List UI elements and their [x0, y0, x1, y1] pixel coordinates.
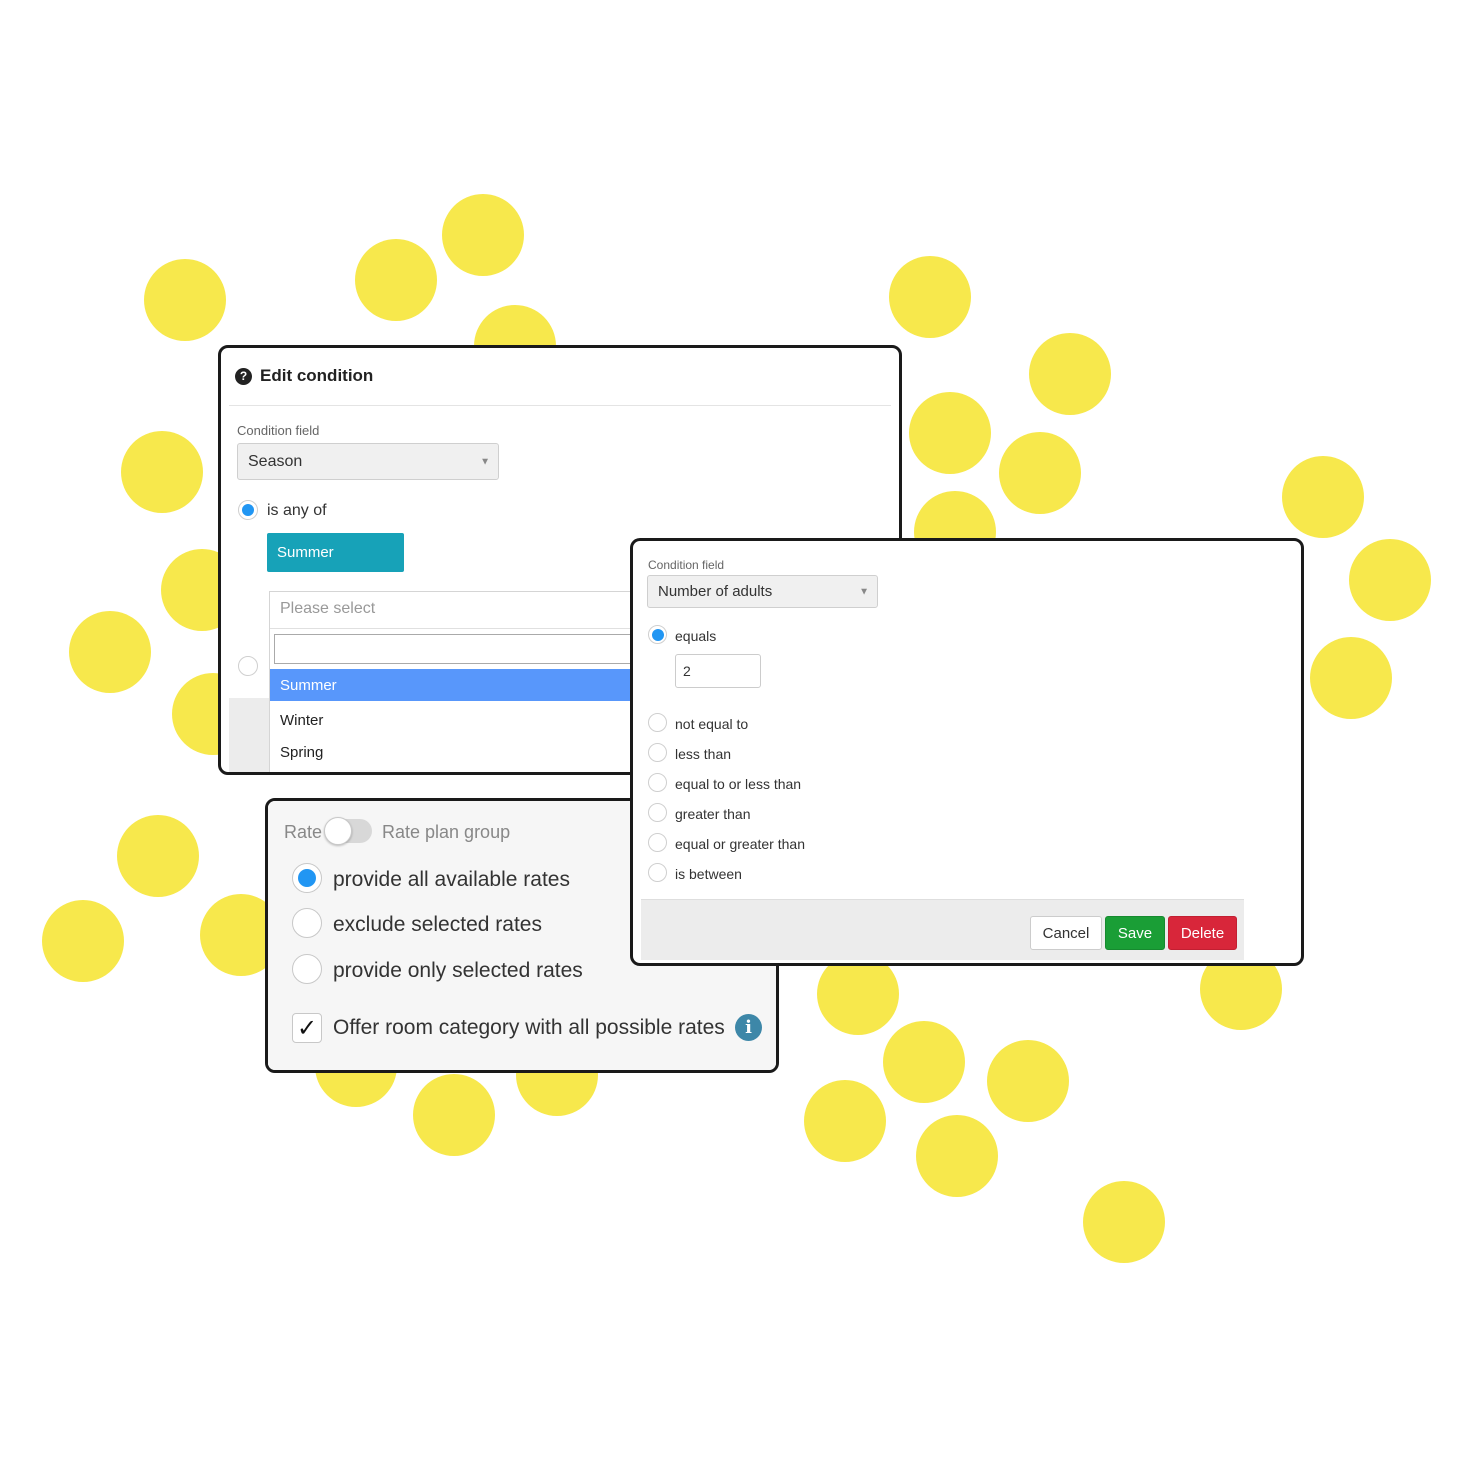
dropdown-option-spring[interactable]: Spring: [270, 736, 688, 768]
radio-label-equal-or-greater-than: equal or greater than: [675, 836, 805, 852]
radio-label-equals: equals: [675, 628, 717, 644]
radio-less-than[interactable]: [648, 743, 667, 762]
decorative-dot: [1310, 637, 1392, 719]
decorative-dot: [42, 900, 124, 982]
dropdown-divider: [270, 628, 688, 629]
condition-field-label: Condition field: [648, 558, 725, 572]
decorative-dot: [121, 431, 203, 513]
decorative-dot: [909, 392, 991, 474]
offer-room-category-checkbox[interactable]: ✓: [292, 1013, 322, 1043]
radio-label-not-equal-to: not equal to: [675, 716, 749, 732]
radio-label-less-than: less than: [675, 746, 732, 762]
checkbox-label-offer-room-category: Offer room category with all possible ra…: [333, 1016, 725, 1039]
radio-label-provide-all-rates: provide all available rates: [333, 868, 570, 891]
adults-condition-dialog: Condition field Number of adults ▼ equal…: [630, 538, 1304, 966]
dialog-footer: Cancel Save Delete: [641, 899, 1244, 960]
decorative-dot: [1349, 539, 1431, 621]
selected-tag-summer[interactable]: Summer: [267, 533, 404, 572]
checkmark-icon: ✓: [296, 1014, 318, 1042]
dropdown-search-input[interactable]: [274, 634, 684, 664]
info-circle-icon[interactable]: i: [735, 1014, 762, 1041]
selected-tag-label: Summer: [277, 544, 334, 561]
decorative-dot: [916, 1115, 998, 1197]
decorative-dot: [999, 432, 1081, 514]
radio-label-exclude-selected-rates: exclude selected rates: [333, 913, 542, 936]
condition-field-select[interactable]: Season ▼: [237, 443, 499, 480]
cancel-button[interactable]: Cancel: [1030, 916, 1102, 950]
radio-greater-than[interactable]: [648, 803, 667, 822]
radio-label-is-between: is between: [675, 866, 742, 882]
dropdown-placeholder[interactable]: Please select: [280, 600, 375, 618]
decorative-dot: [355, 239, 437, 321]
radio-equal-or-greater-than[interactable]: [648, 833, 667, 852]
season-dropdown: Please select Summer Winter Spring: [269, 591, 689, 772]
decorative-dot: [442, 194, 524, 276]
rate-plan-group-toggle[interactable]: [324, 817, 372, 845]
decorative-dot: [1083, 1181, 1165, 1263]
radio-provide-all-rates[interactable]: [292, 863, 322, 893]
decorative-dot: [1282, 456, 1364, 538]
toggle-label-rate-plan-group: Rate plan group: [382, 822, 511, 842]
header-divider: [229, 405, 891, 406]
chevron-down-icon: ▼: [480, 456, 490, 467]
chevron-down-icon: ▼: [859, 586, 869, 597]
decorative-dot: [987, 1040, 1069, 1122]
radio-label-greater-than: greater than: [675, 806, 751, 822]
decorative-dot: [889, 256, 971, 338]
decorative-dot: [117, 815, 199, 897]
condition-field-select[interactable]: Number of adults ▼: [647, 575, 878, 608]
radio-label-is-any-of: is any of: [267, 502, 327, 519]
decorative-dot: [413, 1074, 495, 1156]
radio-equal-or-less-than[interactable]: [648, 773, 667, 792]
dropdown-option-winter[interactable]: Winter: [270, 704, 688, 736]
condition-field-value: Season: [248, 452, 303, 470]
radio-equals[interactable]: [648, 625, 667, 644]
radio-exclude-selected-rates[interactable]: [292, 908, 322, 938]
equals-value-input[interactable]: 2: [675, 654, 761, 688]
dialog-header: ? Edit condition: [235, 366, 373, 386]
condition-field-label: Condition field: [237, 423, 320, 438]
radio-is-any-of[interactable]: [238, 500, 258, 520]
decorative-dot: [69, 611, 151, 693]
decorative-dot: [804, 1080, 886, 1162]
radio-provide-only-selected-rates[interactable]: [292, 954, 322, 984]
dropdown-option-summer[interactable]: Summer: [270, 669, 688, 701]
save-button[interactable]: Save: [1105, 916, 1165, 950]
radio-label-equal-or-less-than: equal to or less than: [675, 776, 802, 792]
decorative-dot: [1029, 333, 1111, 415]
radio-label-provide-only-selected-rates: provide only selected rates: [333, 959, 583, 982]
radio-is-between[interactable]: [648, 863, 667, 882]
delete-button[interactable]: Delete: [1168, 916, 1237, 950]
radio-other-operator[interactable]: [238, 656, 258, 676]
toggle-knob: [324, 817, 352, 845]
question-circle-icon[interactable]: ?: [235, 367, 252, 385]
radio-not-equal-to[interactable]: [648, 713, 667, 732]
decorative-dot: [883, 1021, 965, 1103]
condition-field-value: Number of adults: [658, 583, 773, 600]
dialog-title: Edit condition: [260, 366, 374, 385]
toggle-label-rate: Rate: [284, 822, 323, 842]
decorative-dot: [144, 259, 226, 341]
